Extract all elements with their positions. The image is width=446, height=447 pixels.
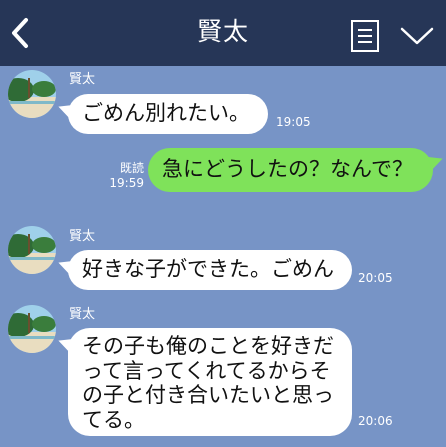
avatar[interactable] — [8, 226, 56, 274]
message-bubble[interactable]: その子も俺のことを好きだ って言ってくれてるからそ の子と付き合いたいと思っ て… — [68, 328, 352, 436]
beach-photo-icon — [8, 226, 56, 274]
avatar[interactable] — [8, 70, 56, 118]
message-time: 19:05 — [276, 115, 311, 129]
message-text-line: その子も俺のことを好きだ — [82, 334, 334, 358]
beach-photo-icon — [8, 70, 56, 118]
message-text: 急にどうしたの？なんで？ — [162, 157, 413, 181]
message-bubble[interactable]: ごめん別れたい。 — [68, 94, 268, 134]
message-text-line: って言ってくれてるからそ — [82, 358, 331, 383]
message-time: 20:05 — [358, 271, 393, 285]
chat-header: 賢太 — [0, 0, 446, 66]
sender-name: 賢太 — [69, 229, 96, 244]
message-bubble[interactable]: 好きな子ができた。ごめん — [68, 250, 352, 290]
chevron-down-icon — [400, 27, 434, 45]
message-text-line: てる。 — [82, 407, 145, 432]
note-icon — [351, 20, 379, 52]
note-button[interactable] — [349, 19, 381, 53]
sender-name: 賢太 — [69, 72, 96, 87]
message-time: 20:06 — [358, 414, 393, 428]
read-status: 既読 — [119, 161, 144, 175]
avatar[interactable] — [8, 305, 56, 353]
sender-name: 賢太 — [69, 307, 96, 322]
beach-photo-icon — [8, 305, 56, 353]
menu-button[interactable] — [398, 23, 436, 49]
message-text-line: の子と付き合いたいと思っ — [82, 383, 334, 407]
message-text: ごめん別れたい。 — [82, 101, 250, 125]
message-text: 好きな子ができた。ごめん — [82, 257, 334, 281]
read-receipt: 既読 19:59 — [104, 161, 144, 191]
message-time: 19:59 — [109, 176, 144, 190]
message-bubble[interactable]: 急にどうしたの？なんで？ — [148, 148, 433, 192]
